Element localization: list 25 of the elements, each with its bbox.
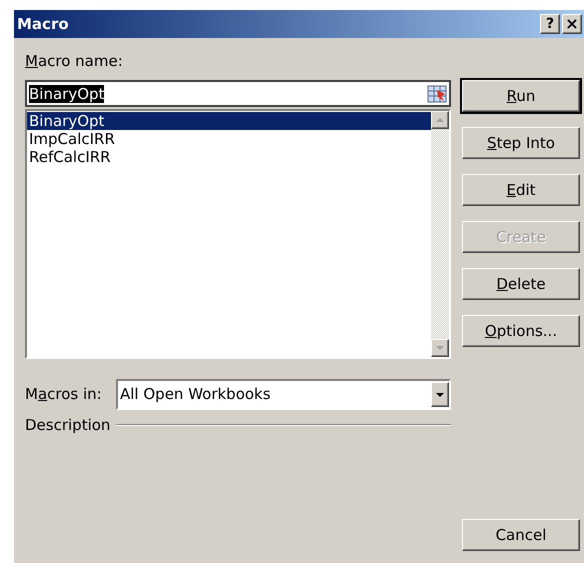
help-button[interactable]: ? bbox=[540, 14, 560, 34]
dialog-button[interactable]: Step Into bbox=[462, 127, 580, 159]
spreadsheet-icon bbox=[427, 84, 447, 102]
scroll-down-button[interactable] bbox=[431, 339, 449, 357]
dialog-button[interactable]: Run bbox=[462, 80, 580, 112]
dialog-button[interactable]: Delete bbox=[462, 268, 580, 300]
dialog-button[interactable]: Edit bbox=[462, 174, 580, 206]
macro-list-item[interactable]: BinaryOpt bbox=[27, 112, 431, 130]
dialog-button[interactable]: Options... bbox=[462, 315, 580, 347]
macro-name-field[interactable]: BinaryOpt bbox=[25, 80, 451, 107]
close-button[interactable]: × bbox=[562, 14, 582, 34]
macro-name-label: Macro name: bbox=[25, 51, 124, 72]
up-arrow-icon bbox=[436, 118, 444, 122]
macro-list-item[interactable]: RefCalcIRR bbox=[27, 148, 431, 166]
description-label: Description bbox=[25, 415, 110, 436]
macro-list-item[interactable]: ImpCalcIRR bbox=[27, 130, 431, 148]
cancel-button[interactable]: Cancel bbox=[462, 519, 580, 551]
window-title: Macro bbox=[17, 14, 69, 35]
macros-in-dropdown[interactable]: All Open Workbooks bbox=[116, 379, 451, 410]
macros-in-label: Macros in: bbox=[25, 384, 103, 406]
dropdown-arrow-icon bbox=[436, 392, 444, 396]
down-arrow-icon bbox=[436, 346, 444, 350]
macro-name-value: BinaryOpt bbox=[29, 84, 104, 102]
scroll-up-button[interactable] bbox=[431, 111, 449, 129]
macros-in-value: All Open Workbooks bbox=[120, 384, 271, 406]
